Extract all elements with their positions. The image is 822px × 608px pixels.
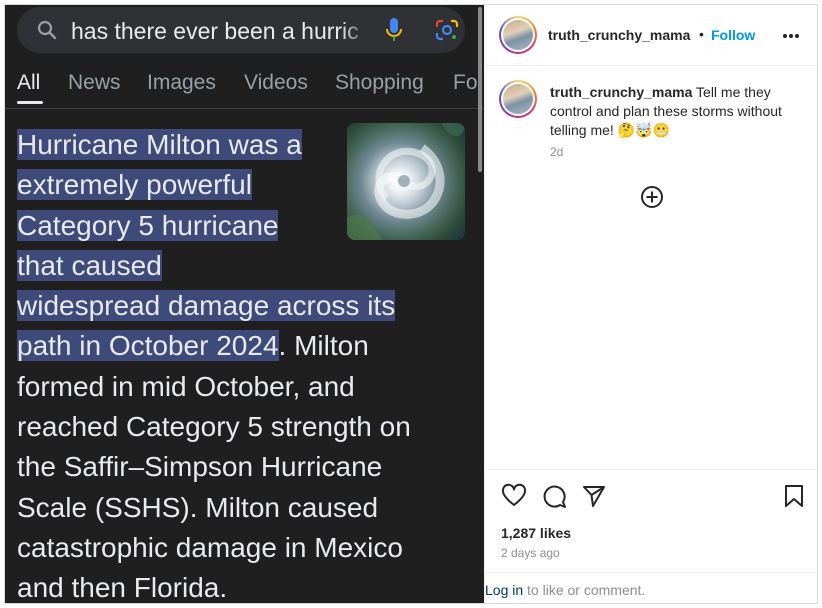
active-tab-indicator	[17, 101, 43, 104]
follow-button[interactable]: Follow	[711, 27, 755, 43]
snippet-line-7: formed in mid October, and	[17, 370, 355, 402]
snippet-line-2: extremely powerful	[17, 169, 252, 201]
like-heart-icon[interactable]	[501, 483, 527, 509]
share-send-icon[interactable]	[581, 483, 607, 509]
snippet-line-3: Category 5 hurricane	[17, 209, 279, 241]
comment-icon[interactable]	[541, 483, 567, 509]
microphone-icon	[386, 18, 402, 41]
snippet-line-6-highlight: path in October 2024	[17, 330, 279, 362]
search-snippet: Hurricane Milton was a extremely powerfu…	[17, 125, 477, 604]
tab-videos: Videos	[244, 71, 308, 94]
search-bar: has there ever been a hurric	[17, 7, 465, 53]
search-icon	[37, 20, 57, 40]
author-username[interactable]: truth_crunchy_mama	[548, 27, 690, 43]
snippet-line-11: catastrophic damage in Mexico	[17, 531, 403, 563]
google-lens-icon	[435, 19, 459, 41]
load-more-comments-icon[interactable]	[640, 185, 664, 209]
post-date: 2 days ago	[501, 546, 560, 560]
footer-divider	[485, 572, 817, 573]
search-query: has there ever been a hurric	[71, 18, 371, 45]
snippet-line-9: the Saffir–Simpson Hurricane	[17, 451, 383, 483]
scroll-indicator	[478, 7, 482, 172]
snippet-line-4: that caused	[17, 249, 162, 281]
tab-all: All	[17, 71, 41, 94]
caption-username[interactable]: truth_crunchy_mama	[550, 84, 692, 100]
post-header: truth_crunchy_mama • Follow	[485, 5, 817, 66]
snippet-line-10: Scale (SSHS). Milton caused	[17, 491, 379, 523]
caption-time: 2d	[550, 145, 564, 159]
tab-images: Images	[147, 71, 216, 94]
login-prompt: Log in to like or comment.	[485, 582, 645, 598]
tabs-divider	[5, 108, 484, 109]
login-prompt-text: to like or comment.	[523, 582, 646, 598]
post-image[interactable]: has there ever been a hurric All News Im…	[5, 5, 484, 604]
snippet-line-12: and then Florida.	[17, 572, 228, 604]
caption-avatar[interactable]	[499, 80, 537, 118]
author-avatar[interactable]	[499, 16, 537, 54]
login-link[interactable]: Log in	[485, 582, 523, 598]
post-caption: truth_crunchy_mama Tell me they control …	[550, 83, 812, 140]
snippet-line-1: Hurricane Milton was a	[17, 129, 302, 160]
save-bookmark-icon[interactable]	[781, 483, 807, 509]
tab-shopping: Shopping	[335, 71, 424, 94]
post-sidebar: truth_crunchy_mama • Follow truth_crunch…	[484, 5, 817, 603]
tab-news: News	[68, 71, 121, 94]
search-tabs: All News Images Videos Shopping Fo	[17, 71, 484, 105]
snippet-line-8: reached Category 5 strength on	[17, 411, 411, 443]
snippet-line-5: widespread damage across its	[17, 290, 396, 322]
more-options-icon[interactable]	[782, 33, 800, 39]
tab-more: Fo	[453, 71, 478, 94]
header-separator: •	[699, 26, 704, 42]
instagram-post: has there ever been a hurric All News Im…	[4, 4, 818, 604]
likes-count[interactable]: 1,287 likes	[501, 525, 571, 541]
actions-divider	[485, 469, 817, 470]
snippet-line-6-rest: . Milton	[278, 330, 369, 362]
